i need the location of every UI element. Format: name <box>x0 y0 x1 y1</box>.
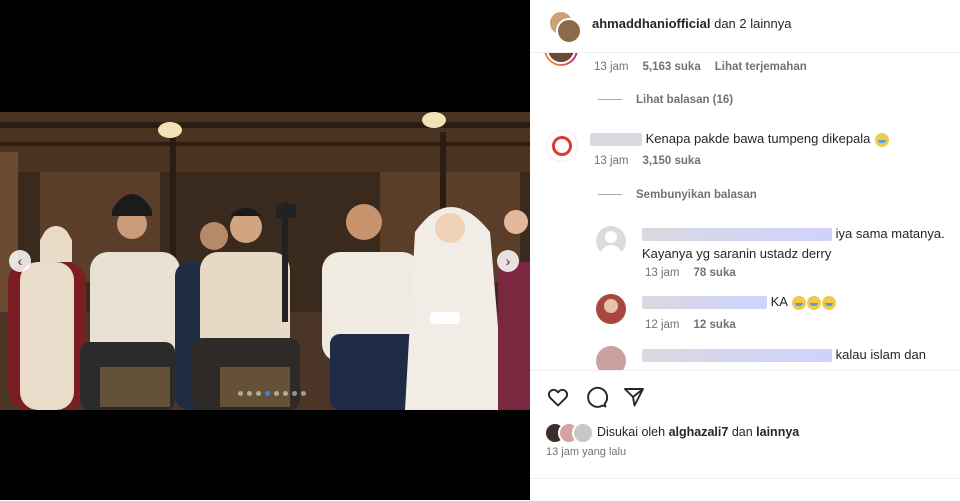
comment-time: 13 jam <box>594 155 629 167</box>
liked-prefix: Disukai oleh <box>597 425 666 439</box>
heart-icon[interactable] <box>546 385 570 414</box>
comment-meta: 13 jam 5,163 suka Lihat terjemahan <box>594 61 821 73</box>
reply-body: KA <box>642 292 836 312</box>
reply-text: Kayanya yg saranin ustadz derry <box>642 246 832 261</box>
comment-likes[interactable]: 3,150 suka <box>643 155 701 167</box>
comment-icon[interactable] <box>584 385 609 414</box>
crying-emoji-icon <box>806 295 821 310</box>
carousel-dots <box>238 391 306 396</box>
comment-body: Kenapa pakde bawa tumpeng dikepala <box>590 129 890 149</box>
view-replies-button[interactable]: Lihat balasan (16) <box>598 94 733 106</box>
comment-time: 13 jam <box>594 61 629 73</box>
reply-likes[interactable]: 78 suka <box>694 267 736 279</box>
avatar[interactable] <box>596 294 626 324</box>
avatar[interactable] <box>546 130 578 162</box>
avatar[interactable] <box>596 226 626 256</box>
liked-user-link[interactable]: alghazali7 <box>669 425 729 439</box>
reply-meta: 13 jam 78 suka <box>645 267 750 279</box>
reply-body: iya sama matanya. Kayanya yg saranin ust… <box>642 224 952 264</box>
translate-link[interactable]: Lihat terjemahan <box>715 61 807 73</box>
post-timestamp[interactable]: 13 jam yang lalu <box>546 446 626 458</box>
reply-text: kalau islam dan <box>835 347 926 362</box>
post-header: ahmaddhaniofficial dan 2 lainnya <box>530 0 960 53</box>
comment-likes[interactable]: 5,163 suka <box>643 61 701 73</box>
chevron-right-icon[interactable]: › <box>497 250 519 272</box>
blurred-username <box>590 133 642 147</box>
reply-meta: 12 jam 12 suka <box>645 319 750 331</box>
comment-text: Kenapa pakde bawa tumpeng dikepala <box>645 131 871 146</box>
crying-emoji-icon <box>875 132 890 147</box>
add-comment-divider <box>530 478 960 479</box>
avatar[interactable] <box>556 18 582 44</box>
liked-join: dan <box>731 425 753 439</box>
crying-emoji-icon <box>791 295 806 310</box>
comments-panel: ahmaddhaniofficial dan 2 lainnya 13 jam 5… <box>530 0 960 501</box>
reply-time: 12 jam <box>645 319 680 331</box>
blurred-username <box>642 296 767 310</box>
post-photo <box>0 112 530 410</box>
view-replies-label: Lihat balasan (16) <box>636 94 734 106</box>
reply-likes[interactable]: 12 suka <box>694 319 736 331</box>
share-icon[interactable] <box>622 385 646 414</box>
reply-text: KA <box>770 294 788 309</box>
media-panel: ‹ › <box>0 0 530 500</box>
hide-replies-label: Sembunyikan balasan <box>636 189 757 201</box>
author-username[interactable]: ahmaddhaniofficial <box>592 16 710 31</box>
post-author[interactable]: ahmaddhaniofficial dan 2 lainnya <box>592 16 791 31</box>
blurred-username <box>642 349 832 363</box>
photo-illustration <box>0 112 530 410</box>
reply-time: 13 jam <box>645 267 680 279</box>
comment-meta: 13 jam 3,150 suka <box>594 155 715 167</box>
blurred-username <box>642 228 832 242</box>
liked-others-link[interactable]: lainnya <box>756 425 799 439</box>
crying-emoji-icon <box>821 295 836 310</box>
liked-by: Disukai oleh alghazali7 dan lainnya <box>597 425 799 439</box>
avatar[interactable] <box>572 422 594 444</box>
chevron-left-icon[interactable]: ‹ <box>9 250 31 272</box>
hide-replies-button[interactable]: Sembunyikan balasan <box>598 189 757 201</box>
reply-body: kalau islam dan <box>642 345 926 365</box>
author-suffix: dan 2 lainnya <box>714 16 792 31</box>
reply-text: iya sama matanya. <box>835 226 945 241</box>
